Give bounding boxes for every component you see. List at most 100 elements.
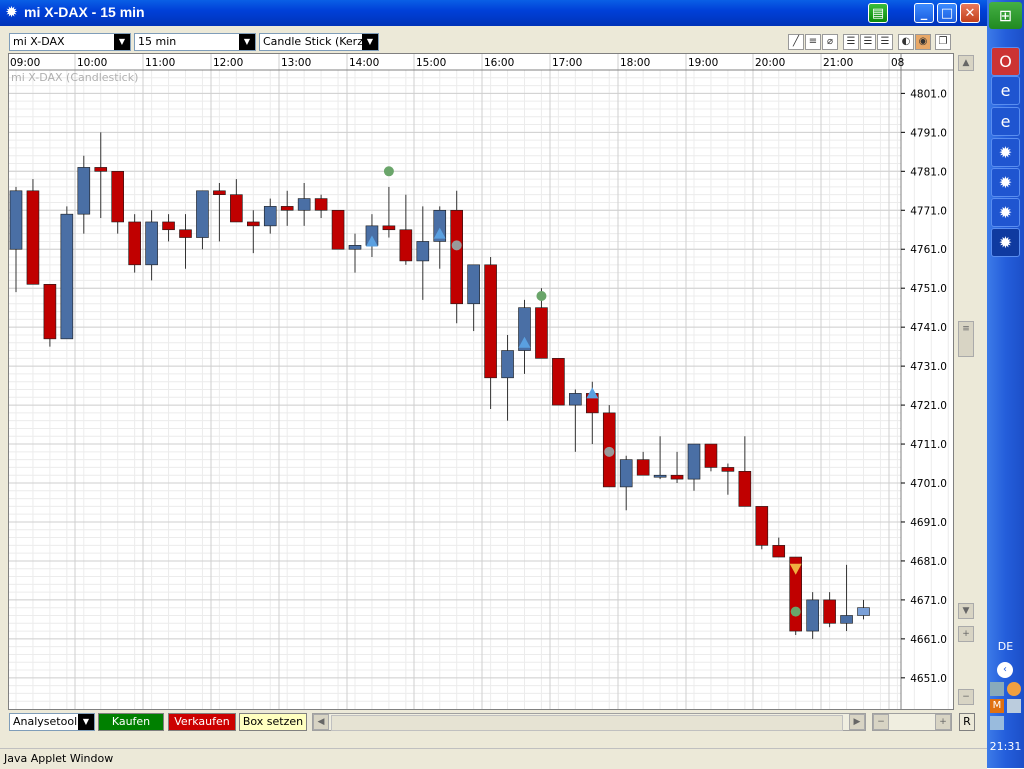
horizontal-scroll-thumb[interactable]	[331, 715, 843, 731]
grid-tool-icon[interactable]: ☰	[843, 34, 859, 50]
java-applet-icon[interactable]: ✹	[991, 198, 1020, 227]
candle-body	[280, 206, 294, 211]
minimize-button[interactable]: _	[914, 3, 934, 23]
candle-body	[755, 506, 769, 546]
candle-body	[111, 171, 124, 223]
candle-body	[382, 225, 396, 231]
language-indicator[interactable]: DE	[987, 640, 1024, 653]
zoom-plus-icon[interactable]: +	[958, 626, 974, 642]
status-bar: Java Applet Window	[0, 748, 987, 769]
analysetool-label: Analysetool	[13, 715, 78, 728]
candle-body	[772, 545, 786, 558]
messenger-icon[interactable]	[1007, 682, 1021, 696]
y-tick-label: 4791.0	[910, 127, 947, 139]
y-tick-label: 4671.0	[910, 595, 947, 607]
candle	[636, 451, 650, 476]
y-tick-label: 4681.0	[910, 556, 947, 568]
java-applet-icon[interactable]: ✹	[991, 138, 1020, 167]
candle-body	[145, 221, 158, 266]
vertical-scrollbar[interactable]: ▲ ≡ ▼ + −	[957, 53, 977, 710]
x-tick-label: 16:00	[484, 57, 514, 69]
candle	[314, 194, 328, 219]
candle-body	[569, 393, 582, 406]
candle	[348, 233, 362, 273]
candle-body	[823, 599, 836, 624]
candlestick-chart[interactable]: 09:00 10:00 11:00 12:00 13:00 14:00 15:00 16:00…	[9, 54, 953, 709]
verkaufen-button[interactable]: Verkaufen	[168, 713, 236, 731]
zoom-minus-icon[interactable]: −	[958, 689, 974, 705]
fibonacci-tool-icon[interactable]: ≡	[805, 34, 821, 50]
candle	[94, 132, 108, 219]
horizontal-scrollbar[interactable]: ◀ ▶	[312, 713, 866, 731]
instrument-select[interactable]: mi X-DAX ▼	[9, 33, 131, 51]
candle	[823, 592, 836, 628]
mail-icon[interactable]: M	[990, 699, 1004, 713]
candle	[399, 194, 413, 265]
chevron-down-icon[interactable]: ▼	[114, 34, 130, 50]
java-applet-icon[interactable]: ✹	[991, 168, 1020, 197]
candle-body	[263, 206, 277, 227]
chevron-down-icon[interactable]: ▼	[78, 714, 94, 730]
candle-body	[297, 198, 311, 211]
candle	[840, 564, 853, 632]
grid-tool-3-icon[interactable]: ☰	[877, 34, 893, 50]
tool-icon[interactable]	[1007, 699, 1021, 713]
zoom-scrollbar[interactable]: − +	[872, 713, 952, 731]
start-button-icon[interactable]: ⊞	[989, 2, 1022, 29]
zoom-out-icon[interactable]: ◐	[898, 34, 914, 50]
opera-icon[interactable]: O	[991, 47, 1020, 76]
analysetool-select[interactable]: Analysetool ▼	[9, 713, 95, 731]
grid-tool-2-icon[interactable]: ☰	[860, 34, 876, 50]
close-button[interactable]: ✕	[960, 3, 980, 23]
interval-select[interactable]: 15 min ▼	[134, 33, 256, 51]
candle-body	[653, 474, 667, 478]
no-draw-icon[interactable]: ⌀	[822, 34, 838, 50]
y-tick-label: 4701.0	[910, 478, 947, 490]
print-button[interactable]: ▤	[868, 3, 888, 23]
applet-window: ✹ mi X-DAX - 15 min ▤ _ □ ✕ mi X-DAX ▼ 1…	[0, 0, 987, 769]
candle-body	[704, 443, 718, 468]
chevron-down-icon[interactable]: ▼	[362, 34, 378, 50]
kaufen-button[interactable]: Kaufen	[98, 713, 164, 731]
network-icon[interactable]	[990, 682, 1004, 696]
candle-body	[43, 283, 57, 340]
candle	[653, 436, 667, 480]
scroll-right-icon[interactable]: ▶	[849, 714, 865, 730]
internet-explorer-icon[interactable]: e	[991, 107, 1020, 136]
line-tool-icon[interactable]: ╱	[788, 34, 804, 50]
title-bar[interactable]: ✹ mi X-DAX - 15 min ▤ _ □ ✕	[0, 0, 987, 26]
candle-body	[9, 190, 23, 250]
reset-button[interactable]: R	[959, 713, 975, 731]
scroll-up-icon[interactable]: ▲	[958, 55, 974, 71]
zoom-minus-icon[interactable]: −	[873, 714, 889, 730]
candle	[43, 283, 57, 347]
java-applet-active-icon[interactable]: ✹	[991, 228, 1020, 257]
candle-body	[416, 241, 430, 262]
chart-title: mi X-DAX (Candlestick)	[11, 71, 138, 84]
candle-body	[721, 467, 735, 472]
x-tick-label: 13:00	[281, 57, 311, 69]
chart-type-select[interactable]: Candle Stick (Kerzen ▼	[259, 33, 379, 51]
candle	[77, 155, 91, 234]
candle	[450, 190, 464, 324]
internet-explorer-icon[interactable]: e	[991, 76, 1020, 105]
candle-body	[501, 350, 514, 379]
candle	[9, 186, 23, 293]
bottom-toolbar: Analysetool ▼ Kaufen Verkaufen Box setze…	[8, 713, 978, 732]
y-tick-label: 4801.0	[910, 88, 947, 100]
chevron-down-icon[interactable]: ▼	[239, 34, 255, 50]
x-tick-label: 14:00	[349, 57, 379, 69]
popout-icon[interactable]: ❐	[935, 34, 951, 50]
scroll-thumb[interactable]: ≡	[958, 321, 974, 357]
maximize-button[interactable]: □	[937, 3, 957, 23]
scroll-down-icon[interactable]: ▼	[958, 603, 974, 619]
chevron-left-icon[interactable]: ‹	[997, 662, 1013, 678]
candle-body	[535, 307, 548, 359]
candle	[280, 190, 294, 226]
scroll-left-icon[interactable]: ◀	[313, 714, 329, 730]
chart-area[interactable]: 09:00 10:00 11:00 12:00 13:00 14:00 15:00 16:00…	[8, 53, 954, 710]
volume-icon[interactable]	[990, 716, 1004, 730]
zoom-plus-icon[interactable]: +	[935, 714, 951, 730]
zoom-in-icon[interactable]: ◉	[915, 34, 931, 50]
box-setzen-button[interactable]: Box setzen	[239, 713, 307, 731]
